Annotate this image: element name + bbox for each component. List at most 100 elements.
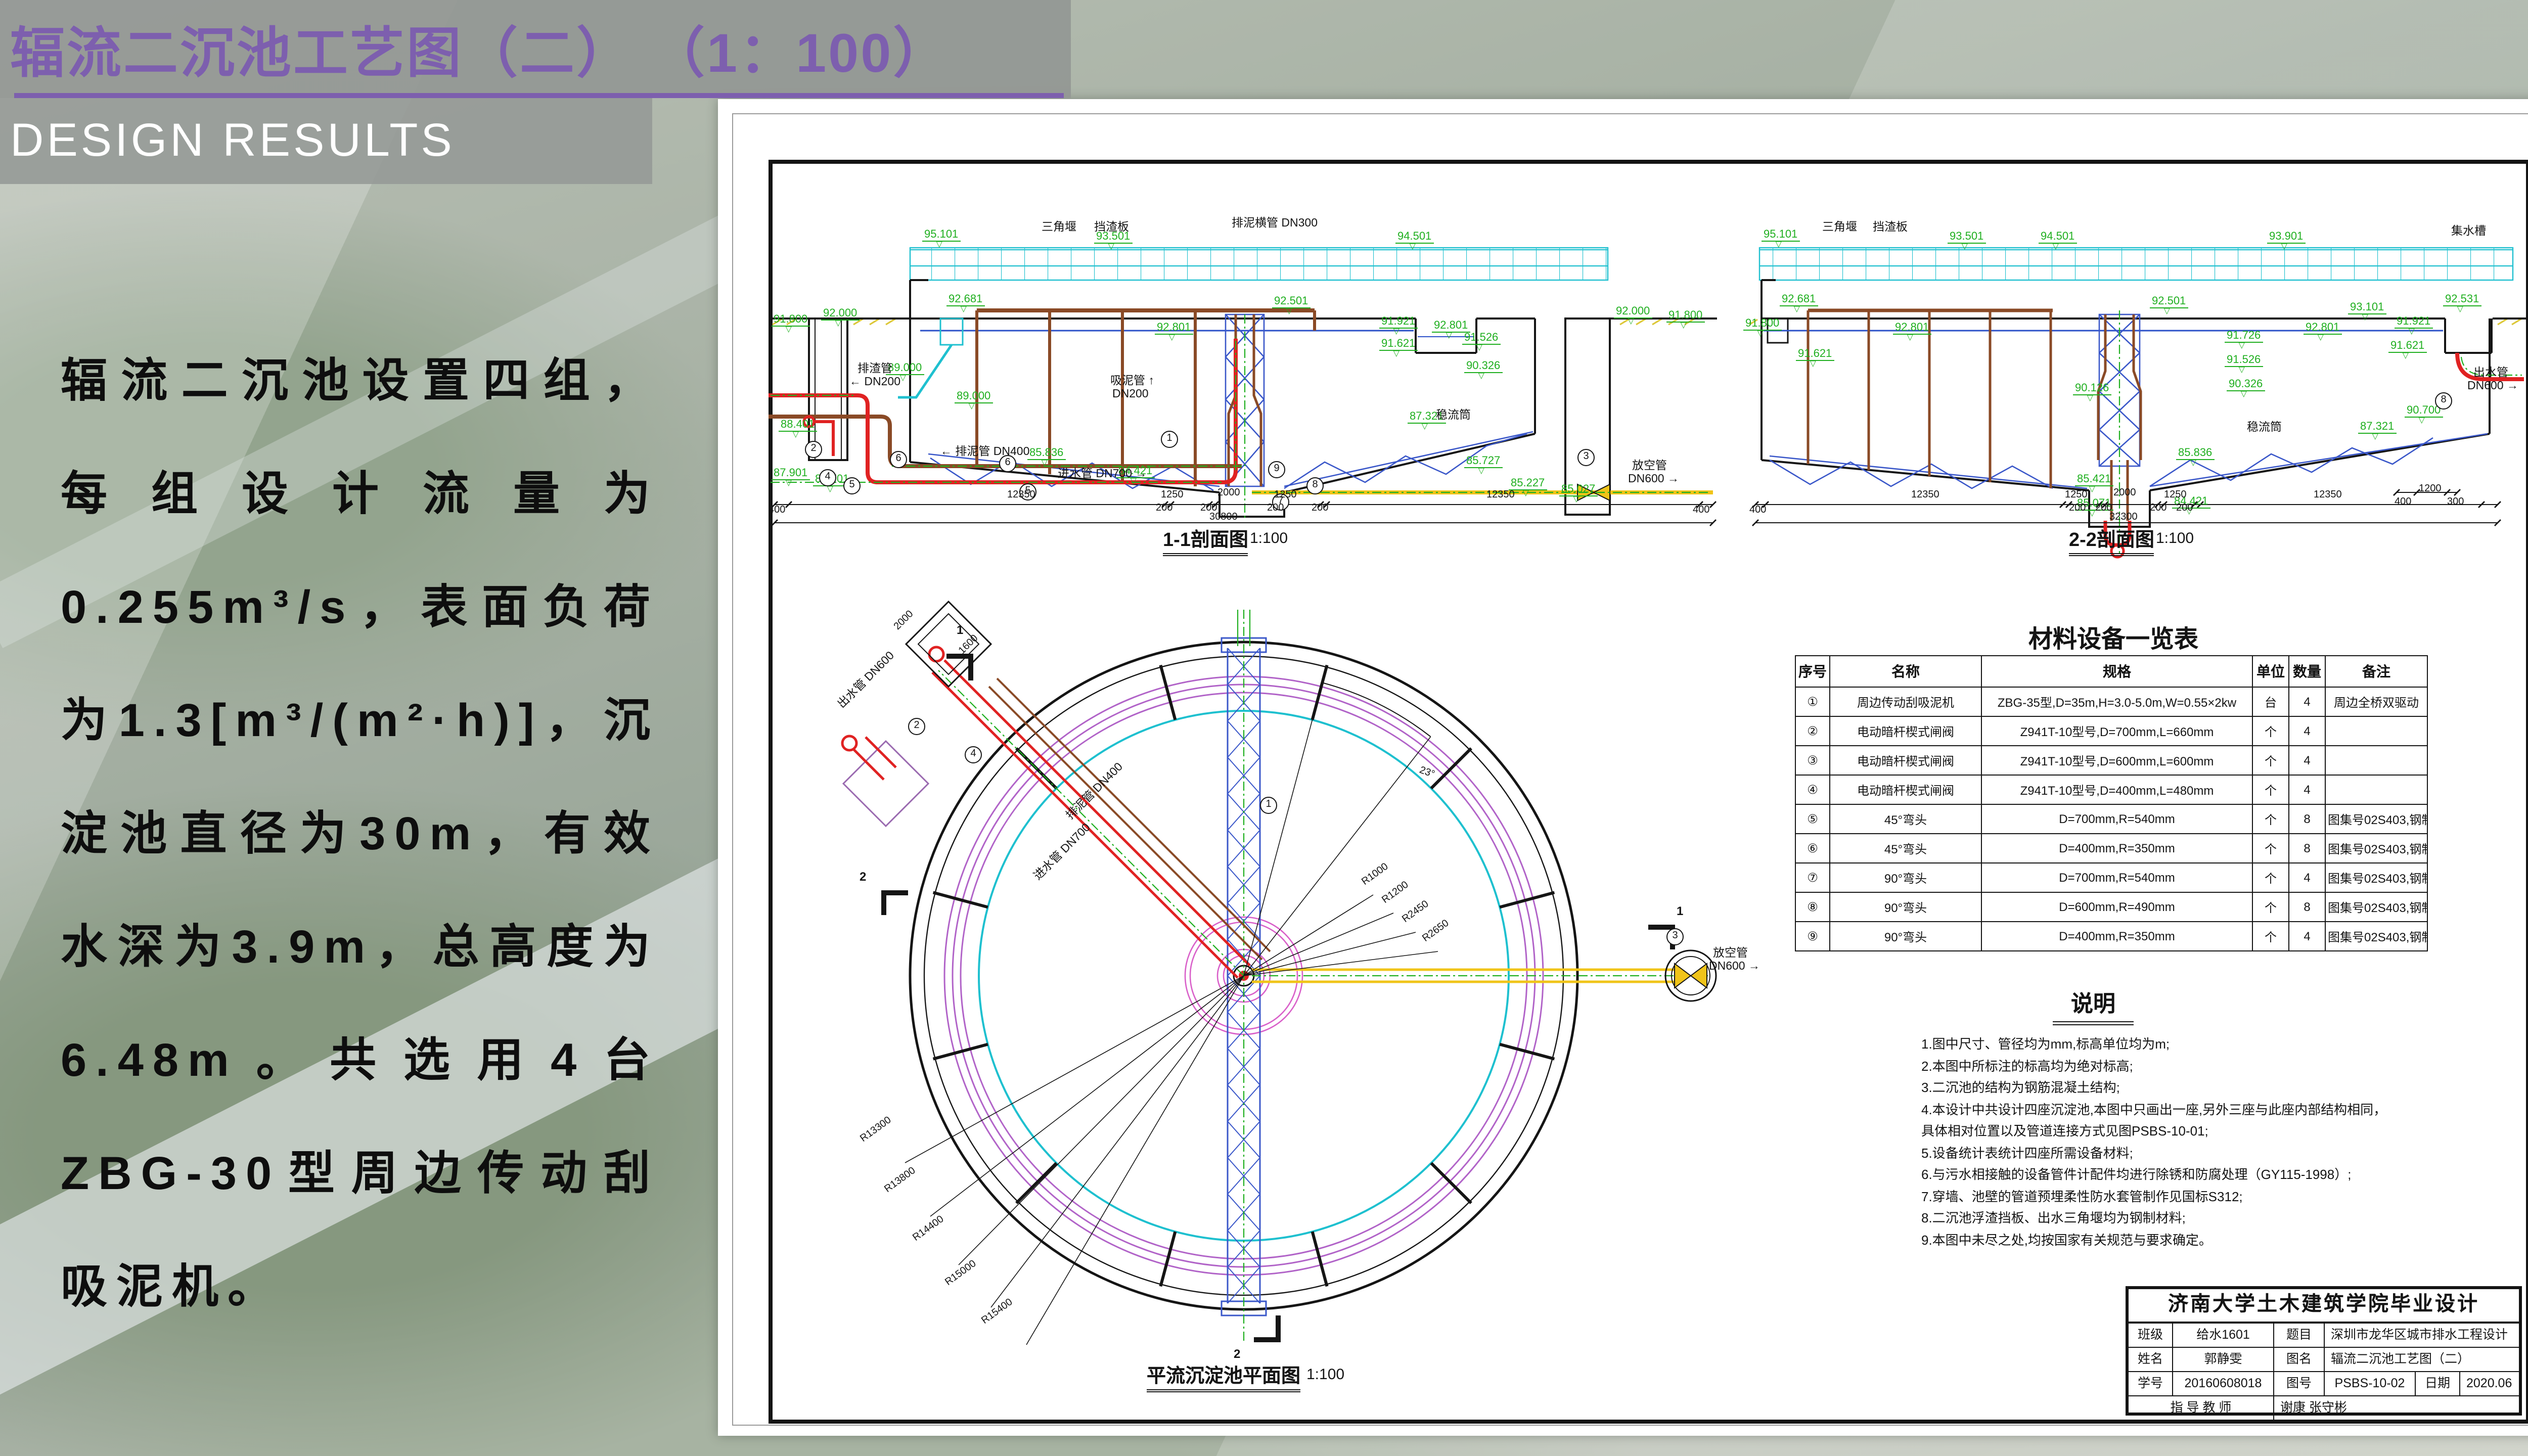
cell-no: ⑦ [1795, 863, 1830, 892]
annotation-label: ← 排泥管 DN400 [940, 443, 1029, 459]
titleblock-class-value: 给水1601 [2173, 1324, 2274, 1347]
annotation-label: 85.727 [1464, 455, 1502, 468]
inlet-pipe-plan [929, 647, 1250, 978]
cell-name: 90°弯头 [1830, 863, 1981, 892]
annotation-label: 6 [890, 451, 907, 468]
pipe-centerlines [2119, 310, 2522, 553]
cell-no: ② [1795, 716, 1830, 746]
titleblock-date-value: 2020.06 [2460, 1372, 2519, 1395]
annotation-label: 89.000 [955, 390, 992, 403]
annotation-label: 95.101 [1762, 229, 1799, 242]
center-lines [938, 610, 1709, 1342]
cell-spec: D=400mm,R=350mm [1981, 922, 2252, 951]
col-header: 规格 [1981, 656, 2252, 687]
cell-qty: 4 [2289, 775, 2325, 804]
outlet-well [906, 602, 991, 687]
annotation-label: 91.621 [2388, 340, 2426, 353]
cell-spec: Z941T-10型号,D=700mm,L=660mm [1981, 716, 2252, 746]
annotation-label: 集水槽 [2451, 222, 2486, 239]
annotation-label: 85.227 [1509, 477, 1547, 490]
annotation-label: 92.801 [1432, 320, 1470, 333]
titleblock-sid-value: 20160608018 [2173, 1372, 2274, 1395]
cell-no: ④ [1795, 775, 1830, 804]
inlet-pipe-bottom [2105, 353, 2524, 557]
annotation-label: 5 [843, 477, 861, 494]
table-row: ⑤ 45°弯头 D=700mm,R=540mm 个 8 图集号02S403,钢制… [1795, 804, 2427, 834]
table-row: ③ 电动暗杆楔式闸阀 Z941T-10型号,D=600mm,L=600mm 个 … [1795, 746, 2427, 775]
cell-spec: ZBG-35型,D=35m,H=3.0-5.0m,W=0.55×2kw [1981, 687, 2252, 716]
annotation-label: DN600 → [1709, 961, 1760, 973]
cell-qty: 8 [2289, 892, 2325, 922]
plan-scale: 1:100 [1306, 1366, 1344, 1383]
annotation-label: 放空管 [1632, 457, 1667, 473]
annotation-label: 三角堰 [1822, 218, 1857, 235]
cell-qty: 4 [2289, 863, 2325, 892]
section-2-scale: 1:100 [2156, 530, 2194, 547]
annotation-label: DN200 [1112, 388, 1149, 400]
cell-remark: 图集号02S403,钢制焊接 [2325, 922, 2427, 951]
annotation-label: 吸泥管 ↑ [1110, 372, 1154, 388]
annotation-label: 放空管 [1713, 944, 1748, 961]
titleblock-subject-value: 深圳市龙华区城市排水工程设计 [2325, 1324, 2519, 1347]
cell-spec: Z941T-10型号,D=400mm,L=480mm [1981, 775, 2252, 804]
cell-unit: 个 [2252, 746, 2289, 775]
cell-qty: 4 [2289, 687, 2325, 716]
annotation-label: 400 [2395, 496, 2411, 508]
cell-qty: 4 [2289, 716, 2325, 746]
annotation-label: 93.901 [2267, 231, 2305, 244]
annotation-label: 94.501 [2039, 231, 2076, 244]
cell-unit: 个 [2252, 892, 2289, 922]
annotation-label: 93.501 [1948, 231, 1985, 244]
cell-name: 电动暗杆楔式闸阀 [1830, 775, 1981, 804]
annotation-label: 2 [805, 441, 822, 458]
annotation-label: 稳流筒 [1436, 406, 1471, 423]
annotation-label: 1 [1677, 904, 1683, 918]
slide-page: 95.10193.50194.50192.68192.50192.80192.8… [0, 0, 2528, 1456]
subtitle-band: DESIGN RESULTS [0, 98, 652, 184]
annotation-label: 32300 [2109, 512, 2138, 523]
annotation-label: 91.800 [1743, 317, 1781, 331]
annotation-label: 2000 [1217, 487, 1240, 498]
annotation-label: 400 [1749, 505, 1766, 516]
annotation-label: 91.800 [1666, 309, 1704, 323]
note-item: 5.设备统计表统计四座所需设备材料; [1921, 1142, 2397, 1164]
walkway-grid [1759, 248, 2513, 280]
annotation-label: 85.421 [2075, 473, 2113, 486]
annotation-label: 3 [1666, 928, 1684, 945]
cell-spec: Z941T-10型号,D=600mm,L=600mm [1981, 746, 2252, 775]
description-paragraph: 辐流二沉池设置四组，每组设计流量为0.255m³/s，表面负荷为1.3[m³/(… [61, 324, 659, 1343]
cell-remark: 图集号02S403,钢制焊接 [2325, 892, 2427, 922]
annotation-label: 92.501 [2150, 295, 2188, 308]
annotation-label: 1250 [2065, 489, 2088, 500]
cell-no: ⑥ [1795, 834, 1830, 863]
annotation-label: 92.681 [1780, 293, 1818, 306]
title-underline [14, 93, 1064, 98]
annotation-label: 200 [2150, 503, 2166, 514]
annotation-label: 12350 [1911, 489, 1939, 500]
titleblock-advisor-value: 谢康 张守彬 [2274, 1396, 2519, 1421]
annotation-label: 90.326 [2227, 378, 2265, 391]
annotation-label: DN600 → [2467, 380, 2518, 392]
annotation-label: 91.526 [1462, 332, 1500, 345]
annotation-label: 2 [908, 718, 925, 735]
col-header: 序号 [1795, 656, 1830, 687]
annotation-label: 91.921 [2395, 315, 2432, 329]
titleblock-advisor-label: 指 导 教 师 [2129, 1396, 2274, 1421]
cell-name: 45°弯头 [1830, 834, 1981, 863]
table-row: ① 周边传动刮吸泥机 ZBG-35型,D=35m,H=3.0-5.0m,W=0.… [1795, 687, 2427, 716]
annotation-label: ← DN200 [849, 376, 900, 388]
cell-unit: 个 [2252, 834, 2289, 863]
note-item: 2.本图中所标注的标高均为绝对标高; [1921, 1055, 2397, 1077]
annotation-label: 91.921 [1379, 315, 1417, 329]
materials-table-header-row: 序号 名称 规格 单位 数量 备注 [1795, 656, 2427, 687]
annotation-label: 出水管 [2473, 364, 2508, 380]
cell-remark [2325, 775, 2427, 804]
titleblock-name-label: 姓名 [2129, 1348, 2173, 1371]
annotation-label: 9 [1268, 461, 1285, 478]
scum-well [842, 736, 928, 826]
col-header: 名称 [1830, 656, 1981, 687]
cell-spec: D=400mm,R=350mm [1981, 834, 2252, 863]
annotation-label: 1 [1260, 797, 1277, 814]
section-1-caption: 1-1剖面图 [1163, 525, 1248, 556]
titleblock-date-label: 日期 [2416, 1372, 2460, 1395]
